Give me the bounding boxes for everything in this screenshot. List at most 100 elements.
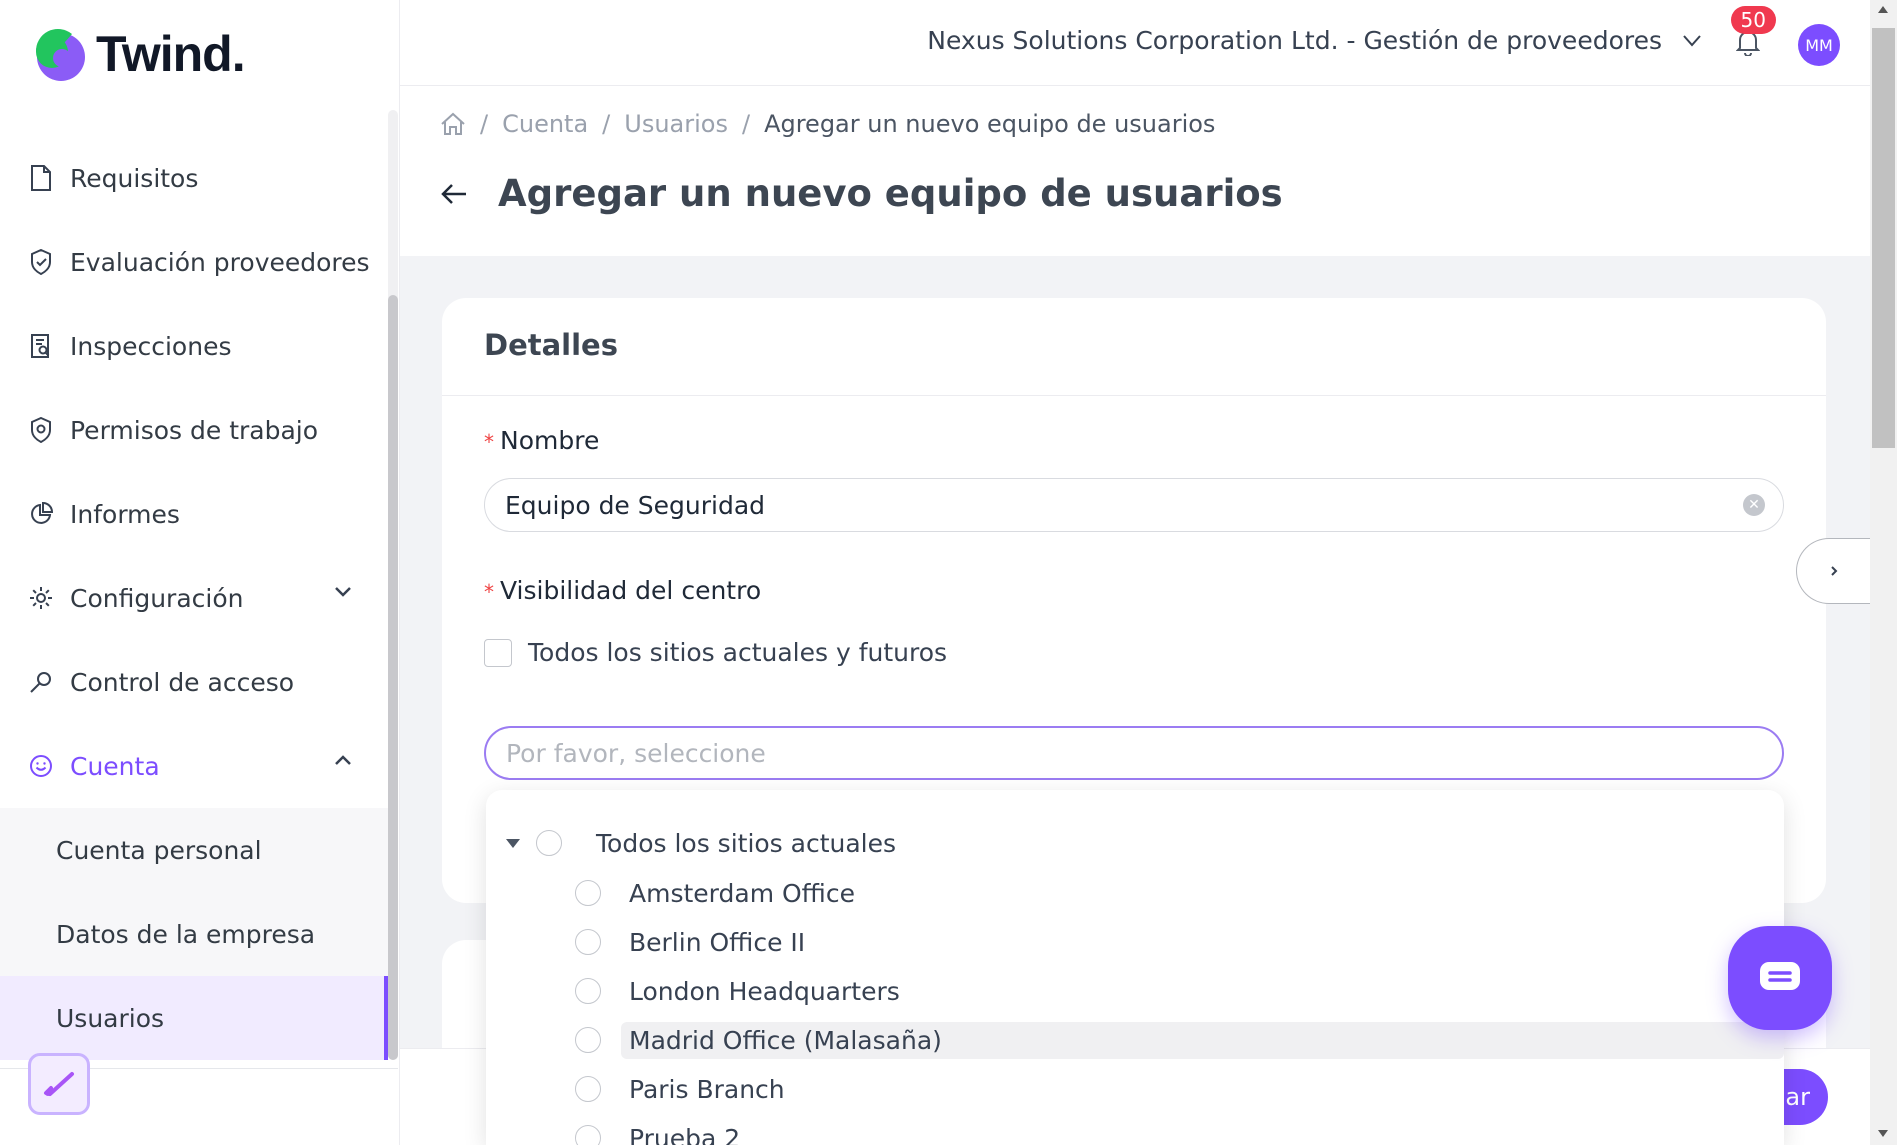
page-title: Agregar un nuevo equipo de usuarios [498, 172, 1283, 215]
option-radio[interactable] [575, 880, 601, 906]
name-label-text: Nombre [500, 426, 600, 455]
sidebar-nav: Requisitos Evaluación proveedores Inspec… [0, 136, 388, 1060]
all-sites-checkbox-row[interactable]: Todos los sitios actuales y futuros [484, 638, 947, 667]
option-radio[interactable] [575, 978, 601, 1004]
save-button-label: ar [1785, 1083, 1810, 1111]
sidebar-item-label: Requisitos [70, 163, 199, 193]
shield-check-icon [28, 249, 54, 275]
option-label: Amsterdam Office [629, 878, 855, 908]
logo-text: Twind. [96, 26, 246, 82]
option-label: Madrid Office (Malasaña) [621, 1021, 1784, 1059]
scroll-down-icon[interactable] [1878, 1130, 1888, 1137]
topbar: Nexus Solutions Corporation Ltd. - Gesti… [400, 0, 1870, 86]
clipboard-search-icon [28, 333, 54, 359]
scroll-up-icon[interactable] [1878, 6, 1888, 13]
breadcrumb-separator: / [480, 110, 489, 138]
visibility-label-text: Visibilidad del centro [500, 576, 762, 605]
name-label: * Nombre [484, 426, 599, 455]
sidebar-subitem-usuarios[interactable]: Usuarios [0, 976, 388, 1060]
tree-option[interactable]: Berlin Office II [486, 919, 1784, 965]
gear-icon [28, 585, 54, 611]
clear-icon[interactable]: ✕ [1743, 494, 1765, 516]
sidebar-submenu-cuenta: Cuenta personal Datos de la empresa Usua… [0, 808, 388, 1060]
tree-root[interactable]: Todos los sitios actuales [486, 820, 1784, 866]
option-radio[interactable] [575, 1076, 601, 1102]
tree-option[interactable]: Amsterdam Office [486, 870, 1784, 916]
chat-icon [1760, 962, 1800, 990]
sidebar-item-evaluacion[interactable]: Evaluación proveedores [0, 220, 388, 304]
sites-dropdown: Todos los sitios actuales Amsterdam Offi… [486, 790, 1784, 1145]
breadcrumb: / Cuenta / Usuarios / Agregar un nuevo e… [440, 110, 1215, 138]
all-sites-checkbox[interactable] [484, 638, 512, 667]
card-divider [442, 395, 1826, 396]
section-title: Detalles [484, 328, 618, 362]
visibility-label: * Visibilidad del centro [484, 576, 761, 605]
smile-icon [28, 753, 54, 779]
breadcrumb-current: Agregar un nuevo equipo de usuarios [764, 110, 1216, 138]
sidebar-item-label: Cuenta [70, 751, 160, 781]
company-selector[interactable]: Nexus Solutions Corporation Ltd. - Gesti… [927, 26, 1702, 55]
chevron-right-icon [1830, 566, 1837, 576]
sites-select[interactable]: Por favor, seleccione [484, 726, 1784, 780]
tree-option[interactable]: Prueba 2 [486, 1115, 1784, 1145]
quick-action-button[interactable] [28, 1053, 90, 1115]
sidebar-item-requisitos[interactable]: Requisitos [0, 136, 388, 220]
sidebar-item-inspecciones[interactable]: Inspecciones [0, 304, 388, 388]
caret-down-icon[interactable] [506, 838, 520, 848]
sidebar: Twind. Requisitos Evaluación proveedores… [0, 0, 400, 1145]
tree-option[interactable]: Paris Branch [486, 1066, 1784, 1112]
sidebar-item-label: Control de acceso [70, 667, 295, 697]
pen-check-icon [44, 1072, 74, 1096]
sidebar-item-label: Permisos de trabajo [70, 415, 319, 445]
sidebar-item-label: Evaluación proveedores [70, 247, 370, 277]
twind-logo-icon [35, 28, 85, 81]
option-label: Berlin Office II [629, 927, 806, 957]
back-arrow-icon[interactable] [440, 182, 468, 206]
sidebar-subitem-label: Cuenta personal [56, 835, 262, 865]
document-icon [28, 165, 54, 191]
required-mark: * [484, 580, 494, 604]
breadcrumb-item-cuenta[interactable]: Cuenta [502, 110, 588, 138]
breadcrumb-separator: / [741, 110, 751, 138]
name-field-value: Equipo de Seguridad [505, 490, 766, 520]
required-mark: * [484, 430, 494, 454]
chevron-down-icon [335, 587, 351, 597]
breadcrumb-item-usuarios[interactable]: Usuarios [624, 110, 728, 138]
sidebar-subitem-cuenta-personal[interactable]: Cuenta personal [0, 808, 388, 892]
sites-select-placeholder: Por favor, seleccione [506, 738, 766, 768]
side-panel-toggle[interactable] [1796, 538, 1870, 604]
option-radio[interactable] [575, 1125, 601, 1145]
name-field[interactable]: Equipo de Seguridad ✕ [484, 478, 1784, 532]
tree-option[interactable]: Madrid Office (Malasaña) [486, 1017, 1784, 1063]
sidebar-item-permisos[interactable]: Permisos de trabajo [0, 388, 388, 472]
breadcrumb-separator: / [602, 110, 611, 138]
pie-chart-icon [28, 501, 54, 527]
sidebar-item-cuenta[interactable]: Cuenta [0, 724, 388, 808]
company-name: Nexus Solutions Corporation Ltd. - Gesti… [927, 26, 1662, 55]
sidebar-item-configuracion[interactable]: Configuración [0, 556, 388, 640]
home-icon[interactable] [440, 112, 466, 136]
tree-option[interactable]: London Headquarters [486, 968, 1784, 1014]
sidebar-scrollbar-thumb[interactable] [388, 295, 398, 1060]
sidebar-subitem-label: Usuarios [56, 1003, 165, 1033]
option-label: Prueba 2 [629, 1123, 741, 1145]
sidebar-item-label: Inspecciones [70, 331, 232, 361]
avatar[interactable]: MM [1798, 24, 1840, 66]
logo[interactable]: Twind. [28, 24, 246, 84]
page-scrollbar-thumb[interactable] [1872, 28, 1895, 448]
chat-button[interactable] [1728, 926, 1832, 1030]
sidebar-item-control-acceso[interactable]: Control de acceso [0, 640, 388, 724]
all-sites-checkbox-label: Todos los sitios actuales y futuros [528, 638, 948, 667]
page-header: / Cuenta / Usuarios / Agregar un nuevo e… [400, 86, 1870, 256]
option-radio[interactable] [575, 929, 601, 955]
chevron-down-icon [1683, 34, 1701, 47]
sidebar-item-informes[interactable]: Informes [0, 472, 388, 556]
page-title-row: Agregar un nuevo equipo de usuarios [440, 172, 1283, 215]
tree-root-radio[interactable] [536, 830, 562, 856]
sidebar-subitem-label: Datos de la empresa [56, 919, 316, 949]
option-radio[interactable] [575, 1027, 601, 1053]
tree-root-label: Todos los sitios actuales [596, 828, 897, 858]
shield-badge-icon [28, 417, 54, 443]
chevron-up-icon [335, 755, 351, 765]
sidebar-subitem-datos-empresa[interactable]: Datos de la empresa [0, 892, 388, 976]
